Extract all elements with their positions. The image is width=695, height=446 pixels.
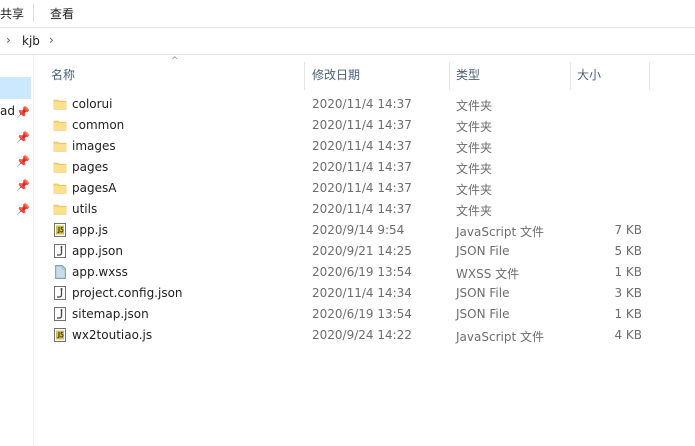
- chevron-right-icon[interactable]: ›: [6, 33, 11, 47]
- file-type: JSON File: [456, 286, 510, 300]
- nav-selected-item[interactable]: [0, 77, 31, 99]
- file-type: 文件夹: [456, 183, 493, 197]
- file-date: 2020/11/4 14:37: [312, 97, 412, 111]
- ribbon: 共享 查看: [0, 0, 695, 28]
- column-divider[interactable]: [570, 62, 571, 90]
- json-file-icon: [53, 244, 67, 258]
- ribbon-divider: [33, 4, 34, 22]
- file-row[interactable]: project.config.json 2020/11/4 14:34 JSON F…: [34, 283, 695, 304]
- file-row[interactable]: app.wxss 2020/6/19 13:54 WXSS 文件 1 KB: [34, 262, 695, 283]
- sort-ascending-icon: ^: [171, 56, 179, 66]
- pin-icon: 📌: [16, 106, 30, 119]
- file-date: 2020/9/21 14:25: [312, 244, 412, 258]
- chevron-right-icon[interactable]: ›: [49, 33, 54, 47]
- file-name[interactable]: project.config.json: [72, 286, 183, 300]
- file-date: 2020/6/19 13:54: [312, 265, 412, 279]
- file-row[interactable]: pages 2020/11/4 14:37 文件夹: [34, 157, 695, 178]
- file-type: JSON File: [456, 307, 510, 321]
- column-divider[interactable]: [449, 62, 450, 90]
- nav-item-label[interactable]: ad: [0, 104, 15, 118]
- pin-icon: 📌: [16, 203, 30, 216]
- folder-icon: [53, 202, 67, 216]
- file-size: 4 KB: [614, 328, 642, 342]
- file-name[interactable]: colorui: [72, 97, 113, 111]
- file-size: 7 KB: [614, 223, 642, 237]
- file-size: 3 KB: [614, 286, 642, 300]
- file-date: 2020/11/4 14:37: [312, 160, 412, 174]
- file-type: 文件夹: [456, 204, 493, 218]
- file-type: JavaScript 文件: [456, 330, 544, 344]
- file-name[interactable]: pagesA: [72, 181, 116, 195]
- file-row[interactable]: images 2020/11/4 14:37 文件夹: [34, 136, 695, 157]
- file-name[interactable]: app.json: [72, 244, 123, 258]
- column-header: ^ 名称 修改日期 类型 大小: [34, 56, 695, 90]
- file-name[interactable]: app.js: [72, 223, 108, 237]
- pin-icon: 📌: [16, 131, 30, 144]
- file-row[interactable]: pagesA 2020/11/4 14:37 文件夹: [34, 178, 695, 199]
- column-size[interactable]: 大小: [577, 66, 601, 83]
- file-date: 2020/11/4 14:37: [312, 139, 412, 153]
- pin-icon: 📌: [16, 179, 30, 192]
- file-type: WXSS 文件: [456, 267, 520, 281]
- json-file-icon: [53, 307, 67, 321]
- file-type: 文件夹: [456, 99, 493, 113]
- file-size: 1 KB: [614, 307, 642, 321]
- file-name[interactable]: utils: [72, 202, 97, 216]
- file-date: 2020/9/14 9:54: [312, 223, 405, 237]
- file-row[interactable]: wx2toutiao.js 2020/9/24 14:22 JavaScript 文…: [34, 325, 695, 346]
- file-row[interactable]: app.json 2020/9/21 14:25 JSON File 5 KB: [34, 241, 695, 262]
- file-type: JavaScript 文件: [456, 225, 544, 239]
- folder-icon: [53, 97, 67, 111]
- column-date[interactable]: 修改日期: [312, 66, 360, 83]
- file-type: 文件夹: [456, 120, 493, 134]
- folder-icon: [53, 118, 67, 132]
- file-size: 5 KB: [614, 244, 642, 258]
- folder-icon: [53, 181, 67, 195]
- breadcrumb-folder[interactable]: kjb: [22, 34, 40, 48]
- tab-share[interactable]: 共享: [0, 5, 24, 22]
- navigation-pane: ad 📌 📌 📌 📌 📌: [0, 55, 34, 446]
- file-name[interactable]: app.wxss: [72, 265, 128, 279]
- json-file-icon: [53, 286, 67, 300]
- file-date: 2020/6/19 13:54: [312, 307, 412, 321]
- js-file-icon: [53, 223, 67, 237]
- pin-icon: 📌: [16, 155, 30, 168]
- file-date: 2020/11/4 14:37: [312, 181, 412, 195]
- file-date: 2020/11/4 14:34: [312, 286, 412, 300]
- file-size: 1 KB: [614, 265, 642, 279]
- address-bar[interactable]: › kjb ›: [0, 30, 695, 55]
- file-type: 文件夹: [456, 141, 493, 155]
- file-row[interactable]: sitemap.json 2020/6/19 13:54 JSON File 1 KB: [34, 304, 695, 325]
- file-name[interactable]: sitemap.json: [72, 307, 149, 321]
- file-row[interactable]: colorui 2020/11/4 14:37 文件夹: [34, 94, 695, 115]
- column-divider[interactable]: [304, 62, 305, 90]
- file-type: 文件夹: [456, 162, 493, 176]
- file-date: 2020/9/24 14:22: [312, 328, 412, 342]
- folder-icon: [53, 139, 67, 153]
- file-date: 2020/11/4 14:37: [312, 202, 412, 216]
- column-divider[interactable]: [649, 62, 650, 90]
- file-row[interactable]: common 2020/11/4 14:37 文件夹: [34, 115, 695, 136]
- column-name[interactable]: 名称: [51, 66, 75, 83]
- file-name[interactable]: pages: [72, 160, 108, 174]
- folder-icon: [53, 160, 67, 174]
- file-row[interactable]: utils 2020/11/4 14:37 文件夹: [34, 199, 695, 220]
- file-type: JSON File: [456, 244, 510, 258]
- file-name[interactable]: wx2toutiao.js: [72, 328, 152, 342]
- wxss-file-icon: [53, 265, 67, 279]
- file-name[interactable]: common: [72, 118, 124, 132]
- tab-view[interactable]: 查看: [50, 5, 74, 22]
- column-type[interactable]: 类型: [456, 66, 480, 83]
- js-file-icon: [53, 328, 67, 342]
- file-name[interactable]: images: [72, 139, 116, 153]
- file-row[interactable]: app.js 2020/9/14 9:54 JavaScript 文件 7 KB: [34, 220, 695, 241]
- file-date: 2020/11/4 14:37: [312, 118, 412, 132]
